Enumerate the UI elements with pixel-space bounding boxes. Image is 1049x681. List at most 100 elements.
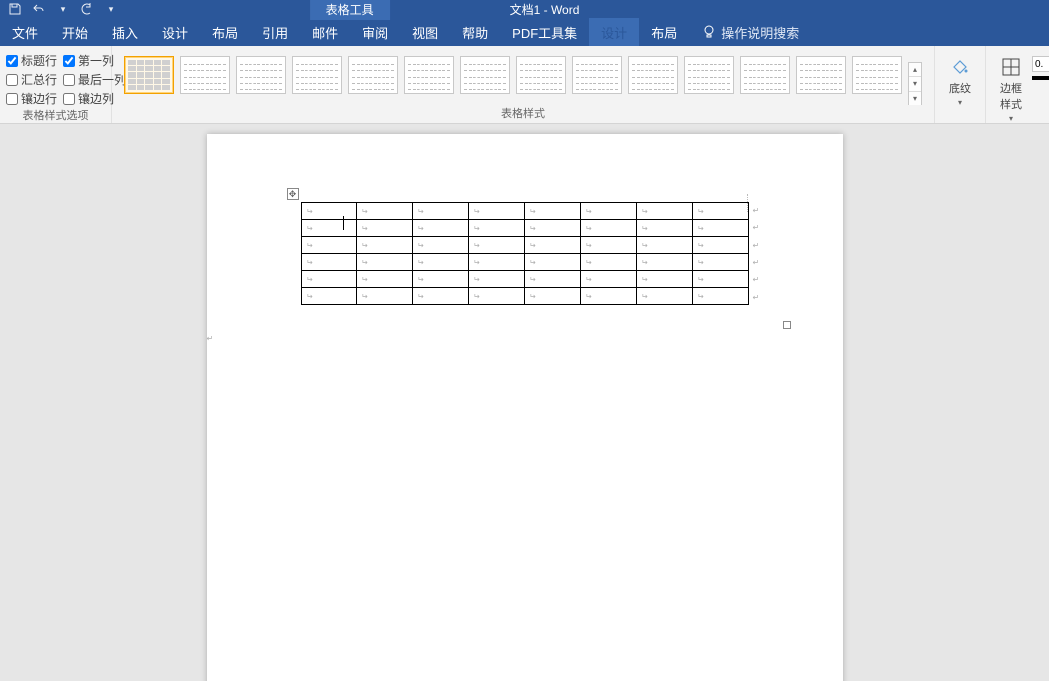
table-style-7[interactable] xyxy=(460,56,510,94)
table-cell[interactable] xyxy=(413,237,469,254)
tab-help[interactable]: 帮助 xyxy=(450,18,500,46)
table-style-6[interactable] xyxy=(404,56,454,94)
tab-review[interactable]: 审阅 xyxy=(350,18,400,46)
table-cell[interactable] xyxy=(357,220,413,237)
table-cell[interactable] xyxy=(525,271,581,288)
table-cell[interactable] xyxy=(469,288,525,305)
table-cell[interactable] xyxy=(525,288,581,305)
table-row[interactable] xyxy=(301,203,748,220)
checkbox-first-column[interactable]: 第一列 xyxy=(63,52,114,69)
tab-file[interactable]: 文件 xyxy=(0,18,50,46)
table-style-4[interactable] xyxy=(292,56,342,94)
table-style-14[interactable] xyxy=(852,56,902,94)
checkbox-total-row[interactable]: 汇总行 xyxy=(6,71,57,88)
table-row[interactable] xyxy=(301,220,748,237)
shading-button[interactable]: 底纹 ▾ xyxy=(949,56,971,107)
tab-layout[interactable]: 布局 xyxy=(200,18,250,46)
checkbox-header-row[interactable]: 标题行 xyxy=(6,52,57,69)
table-cell[interactable] xyxy=(357,288,413,305)
table-cell[interactable] xyxy=(301,254,357,271)
document-canvas[interactable]: ✥ ↵↵↵↵↵↵ ↵ xyxy=(0,124,1049,681)
table-cell[interactable] xyxy=(580,271,636,288)
table-cell[interactable] xyxy=(357,254,413,271)
gallery-expand-icon[interactable]: ▾ xyxy=(909,92,921,105)
table-style-13[interactable] xyxy=(796,56,846,94)
pen-width-input[interactable] xyxy=(1032,56,1049,72)
table-style-9[interactable] xyxy=(572,56,622,94)
table-cell[interactable] xyxy=(692,271,748,288)
document-table[interactable] xyxy=(301,202,749,305)
table-cell[interactable] xyxy=(692,288,748,305)
gallery-scroller[interactable]: ▴ ▾ ▾ xyxy=(908,62,922,105)
table-cell[interactable] xyxy=(413,271,469,288)
checkbox-banded-rows[interactable]: 镶边行 xyxy=(6,90,57,107)
table-cell[interactable] xyxy=(301,288,357,305)
table-cell[interactable] xyxy=(301,237,357,254)
table-cell[interactable] xyxy=(692,237,748,254)
table-style-10[interactable] xyxy=(628,56,678,94)
table-cell[interactable] xyxy=(357,271,413,288)
table-cell[interactable] xyxy=(469,203,525,220)
save-icon[interactable] xyxy=(8,2,22,16)
table-cell[interactable] xyxy=(413,254,469,271)
table-row[interactable] xyxy=(301,237,748,254)
table-cell[interactable] xyxy=(636,288,692,305)
tab-design[interactable]: 设计 xyxy=(150,18,200,46)
table-cell[interactable] xyxy=(413,288,469,305)
table-cell[interactable] xyxy=(357,203,413,220)
table-row[interactable] xyxy=(301,288,748,305)
undo-icon[interactable] xyxy=(32,2,46,16)
table-cell[interactable] xyxy=(301,271,357,288)
table-style-5[interactable] xyxy=(348,56,398,94)
tab-insert[interactable]: 插入 xyxy=(100,18,150,46)
table-cell[interactable] xyxy=(469,271,525,288)
table-cell[interactable] xyxy=(413,203,469,220)
table-style-plain-1[interactable] xyxy=(124,56,174,94)
table-style-11[interactable] xyxy=(684,56,734,94)
checkbox-banded-columns[interactable]: 镶边列 xyxy=(63,90,114,107)
tab-table-design[interactable]: 设计 xyxy=(589,18,639,46)
table-move-handle[interactable]: ✥ xyxy=(287,188,299,200)
table-cell[interactable] xyxy=(357,237,413,254)
table-cell[interactable] xyxy=(692,254,748,271)
table-cell[interactable] xyxy=(636,203,692,220)
table-cell[interactable] xyxy=(469,237,525,254)
table-cell[interactable] xyxy=(692,203,748,220)
table-cell[interactable] xyxy=(636,220,692,237)
tab-references[interactable]: 引用 xyxy=(250,18,300,46)
gallery-scroll-up-icon[interactable]: ▴ xyxy=(909,63,921,77)
table-cell[interactable] xyxy=(580,288,636,305)
table-cell[interactable] xyxy=(525,237,581,254)
table-cell[interactable] xyxy=(301,203,357,220)
table-cell[interactable] xyxy=(636,237,692,254)
border-styles-button[interactable]: 边框样式 ▾ xyxy=(1000,56,1022,123)
table-cell[interactable] xyxy=(692,220,748,237)
gallery-scroll-down-icon[interactable]: ▾ xyxy=(909,77,921,91)
tab-view[interactable]: 视图 xyxy=(400,18,450,46)
tab-pdf-tools[interactable]: PDF工具集 xyxy=(500,18,589,46)
table-cell[interactable] xyxy=(469,254,525,271)
page[interactable]: ✥ ↵↵↵↵↵↵ ↵ xyxy=(207,134,843,681)
pen-color-swatch[interactable] xyxy=(1032,76,1049,80)
table-cell[interactable] xyxy=(525,254,581,271)
table-cell[interactable] xyxy=(469,220,525,237)
table-cell[interactable] xyxy=(636,271,692,288)
table-style-3[interactable] xyxy=(236,56,286,94)
table-style-12[interactable] xyxy=(740,56,790,94)
table-cell[interactable] xyxy=(413,220,469,237)
table-cell[interactable] xyxy=(636,254,692,271)
table-cell[interactable] xyxy=(580,254,636,271)
table-cell[interactable] xyxy=(580,203,636,220)
qat-customize-icon[interactable]: ▾ xyxy=(104,2,118,16)
undo-dropdown-icon[interactable]: ▾ xyxy=(56,2,70,16)
tab-table-layout[interactable]: 布局 xyxy=(639,18,689,46)
table-style-2[interactable] xyxy=(180,56,230,94)
table-cell[interactable] xyxy=(525,220,581,237)
tab-home[interactable]: 开始 xyxy=(50,18,100,46)
table-cell[interactable] xyxy=(525,203,581,220)
table-style-8[interactable] xyxy=(516,56,566,94)
tell-me-search[interactable]: 操作说明搜索 xyxy=(689,18,799,46)
table-cell[interactable] xyxy=(580,220,636,237)
table-row[interactable] xyxy=(301,271,748,288)
table-cell[interactable] xyxy=(301,220,357,237)
